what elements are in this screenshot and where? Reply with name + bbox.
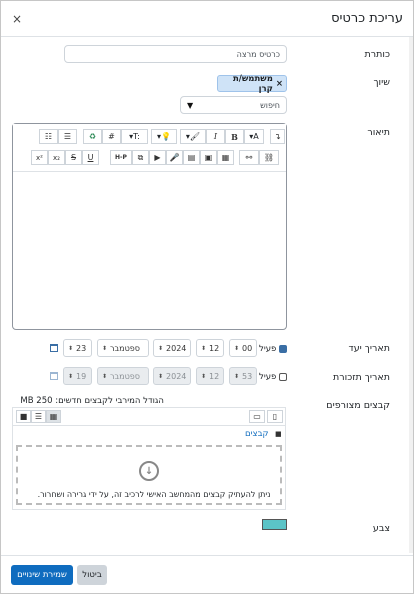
- file-manager-toolbar: ■ ☰ ▦ ▭ ▯: [13, 408, 285, 426]
- subscript-icon[interactable]: x₂: [48, 150, 65, 165]
- font-color-icon[interactable]: ▾A: [244, 129, 264, 144]
- assign-label: שיוך: [373, 77, 390, 88]
- scrollbar[interactable]: [409, 37, 413, 553]
- reminder-hour-select[interactable]: ⬍ 12: [196, 367, 224, 385]
- editor-toolbar: ☷ ☰ ♻ # ▾T: ▾💡 ▾🖌 I B ▾A ↴ x² x₂ S U H-P…: [13, 124, 286, 172]
- link-icon[interactable]: ⛓: [259, 150, 279, 165]
- add-file-icon[interactable]: ▯: [267, 410, 283, 423]
- h5p-icon[interactable]: H-P: [110, 150, 132, 165]
- reminder-date-label: תאריך תזכורת: [333, 372, 390, 383]
- text-style-select[interactable]: ▾T:: [121, 129, 148, 144]
- due-enable-checkbox[interactable]: [279, 345, 287, 353]
- file-drop-zone[interactable]: ↓ ניתן להעתיק קבצים מהמחשב האישי לרכיב ז…: [16, 445, 282, 505]
- accessibility-checker-icon[interactable]: ♻: [83, 129, 102, 144]
- max-size-text: הגודל המירבי לקבצים חדשים: 250 MB: [20, 396, 164, 406]
- underline-icon[interactable]: U: [82, 150, 99, 165]
- close-icon[interactable]: ×: [12, 12, 22, 26]
- description-label: תיאור: [367, 127, 390, 138]
- folder-icon: ■: [275, 430, 282, 438]
- video-icon[interactable]: ▶: [149, 150, 166, 165]
- file-manager: ■ ☰ ▦ ▭ ▯ קבצים ■ ↓ ניתן להעתיק קבצים מה…: [12, 407, 286, 510]
- due-minute-select[interactable]: ⬍ 00: [229, 339, 257, 357]
- media-icon[interactable]: ▦: [217, 150, 234, 165]
- files-breadcrumb[interactable]: קבצים: [245, 429, 269, 439]
- grid-view-icon[interactable]: ▦: [46, 410, 61, 423]
- calendar-icon[interactable]: [50, 372, 58, 380]
- reminder-minute-select[interactable]: ⬍ 53: [229, 367, 257, 385]
- create-folder-icon[interactable]: ▭: [249, 410, 265, 423]
- unlink-icon[interactable]: ⚯: [239, 150, 259, 165]
- calendar-icon[interactable]: [50, 344, 58, 352]
- reminder-month-select[interactable]: ⬍ ספטמבר: [97, 367, 149, 385]
- italic-icon[interactable]: I: [206, 129, 225, 144]
- due-day-select[interactable]: ⬍ 23: [63, 339, 92, 357]
- reminder-enable-label: פעיל: [259, 372, 277, 382]
- due-month-select[interactable]: ⬍ ספטמבר: [97, 339, 149, 357]
- bullet-list-icon[interactable]: ☰: [58, 129, 77, 144]
- folder-view-icon[interactable]: ■: [16, 410, 31, 423]
- due-enable-label: פעיל: [259, 344, 277, 354]
- file-icon[interactable]: ▤: [183, 150, 200, 165]
- list-view-icon[interactable]: ☰: [31, 410, 46, 423]
- assign-search-select[interactable]: חיפוש ▼: [180, 96, 287, 114]
- save-button[interactable]: שמירת שינויים: [11, 565, 73, 585]
- remove-icon[interactable]: ×: [276, 79, 283, 89]
- modal-header: עריכת כרטיס ×: [1, 1, 413, 37]
- superscript-icon[interactable]: x²: [31, 150, 48, 165]
- due-hour-select[interactable]: ⬍ 12: [196, 339, 224, 357]
- hashtag-icon[interactable]: #: [102, 129, 121, 144]
- reminder-year-select[interactable]: ⬍ 2024: [153, 367, 191, 385]
- strikethrough-icon[interactable]: S: [65, 150, 82, 165]
- image-icon[interactable]: ▣: [200, 150, 217, 165]
- lightbulb-icon[interactable]: ▾💡: [151, 129, 177, 144]
- modal-title: עריכת כרטיס: [331, 11, 403, 26]
- reminder-day-select[interactable]: ⬍ 19: [63, 367, 92, 385]
- color-picker[interactable]: [262, 519, 287, 530]
- color-label: צבע: [372, 523, 390, 534]
- edit-card-modal: עריכת כרטיס × כותרת כרטיס מרצה שיוך × מש…: [0, 0, 414, 594]
- chevron-down-icon: ▼: [187, 100, 194, 110]
- download-arrow-icon: ↓: [139, 461, 159, 481]
- reminder-enable-checkbox[interactable]: [279, 373, 287, 381]
- collapse-toolbar-icon[interactable]: ↴: [270, 129, 285, 144]
- drop-instructions: ניתן להעתיק קבצים מהמחשב האישי לרכיב זה,…: [37, 490, 271, 499]
- title-label: כותרת: [364, 49, 390, 60]
- assigned-user-pill[interactable]: × משתמש/ת קרן: [217, 73, 287, 94]
- title-input[interactable]: כרטיס מרצה: [64, 45, 287, 63]
- numbered-list-icon[interactable]: ☷: [39, 129, 58, 144]
- paintbrush-icon[interactable]: ▾🖌: [180, 129, 206, 144]
- cancel-button[interactable]: ביטול: [77, 565, 107, 585]
- due-date-label: תאריך יעד: [348, 343, 390, 354]
- search-placeholder: חיפוש: [260, 100, 280, 110]
- modal-footer: שמירת שינויים ביטול: [1, 555, 413, 594]
- microphone-icon[interactable]: 🎤: [166, 150, 183, 165]
- due-year-select[interactable]: ⬍ 2024: [153, 339, 191, 357]
- copy-icon[interactable]: ⧉: [132, 150, 149, 165]
- files-label: קבצים מצורפים: [326, 400, 390, 411]
- assigned-user-name: משתמש/ת קרן: [232, 73, 273, 94]
- bold-icon[interactable]: B: [225, 129, 244, 144]
- description-editor[interactable]: ☷ ☰ ♻ # ▾T: ▾💡 ▾🖌 I B ▾A ↴ x² x₂ S U H-P…: [12, 123, 287, 330]
